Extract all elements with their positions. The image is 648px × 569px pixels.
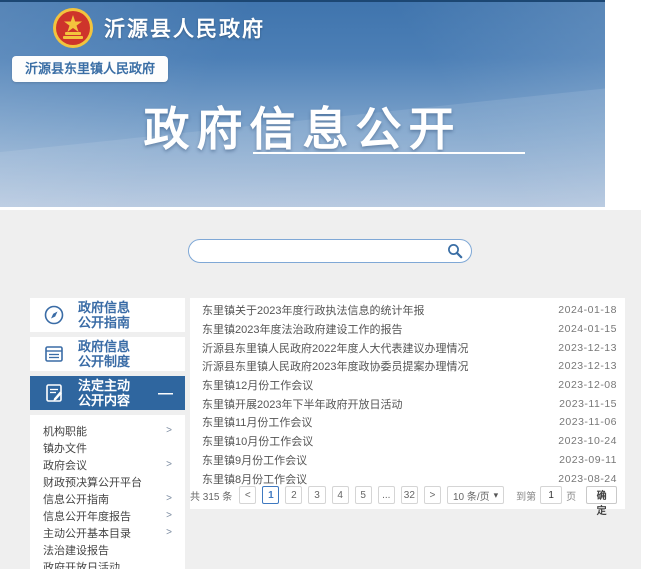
prev-page-button[interactable]: <	[239, 486, 256, 504]
document-link[interactable]: 东里镇12月份工作会议	[202, 377, 313, 393]
list-item: 沂源县东里镇人民政府2022年度人大代表建议办理情况 2023-12-13	[202, 338, 617, 357]
chevron-right-icon: >	[166, 527, 172, 538]
document-link[interactable]: 东里镇11月份工作会议	[202, 414, 312, 430]
sidebar-subitem-annual-report[interactable]: 信息公开年度报告 >	[30, 507, 185, 524]
document-link[interactable]: 沂源县东里镇人民政府2022年度人大代表建议办理情况	[202, 340, 468, 356]
list-item: 东里镇关于2023年度行政执法信息的统计年报 2024-01-18	[202, 301, 617, 320]
document-date: 2023-11-06	[559, 416, 617, 428]
document-rows: 东里镇关于2023年度行政执法信息的统计年报 2024-01-18 东里镇202…	[190, 298, 625, 488]
collapse-icon[interactable]: —	[158, 385, 173, 402]
page-button-1[interactable]: 1	[262, 486, 279, 504]
chevron-right-icon: >	[166, 459, 172, 470]
page-button-2[interactable]: 2	[285, 486, 302, 504]
page-title: 政府信息公开	[0, 93, 605, 159]
sidebar-subitem-gov-meetings[interactable]: 政府会议 >	[30, 456, 185, 473]
document-list-panel: 东里镇关于2023年度行政执法信息的统计年报 2024-01-18 东里镇202…	[190, 298, 625, 509]
sidebar-item-label: 法定主动 公开内容	[78, 378, 130, 408]
list-item: 东里镇开展2023年下半年政府开放日活动 2023-11-15	[202, 394, 617, 413]
sidebar-item-disclosure-guide[interactable]: 政府信息 公开指南	[30, 298, 185, 332]
document-link[interactable]: 东里镇关于2023年度行政执法信息的统计年报	[202, 302, 424, 318]
subitem-label: 主动公开基本目录	[43, 525, 131, 541]
page-button-3[interactable]: 3	[308, 486, 325, 504]
document-link[interactable]: 东里镇开展2023年下半年政府开放日活动	[202, 396, 402, 412]
sidebar-item-label: 政府信息 公开指南	[78, 300, 130, 330]
sidebar-subitem-basic-directory[interactable]: 主动公开基本目录 >	[30, 524, 185, 541]
chevron-right-icon: >	[166, 493, 172, 504]
title-underline-decoration	[253, 152, 525, 154]
header-top-line	[0, 0, 605, 2]
total-count: 共 315 条	[190, 488, 232, 503]
document-link[interactable]: 东里镇9月份工作会议	[202, 452, 307, 468]
page: 沂源县人民政府 沂源县东里镇人民政府 政府信息公开	[0, 0, 648, 569]
site-title: 沂源县人民政府	[104, 13, 265, 43]
document-date: 2023-10-24	[558, 435, 617, 447]
document-date: 2024-01-15	[558, 323, 617, 335]
document-date: 2023-12-08	[558, 379, 617, 391]
chevron-right-icon: >	[166, 510, 172, 521]
pagination: 共 315 条 < 1 2 3 4 5 ... 32 > 10 条/页 ▾ 到第…	[190, 485, 625, 505]
sidebar-item-disclosure-system[interactable]: 政府信息 公开制度	[30, 337, 185, 371]
page-ellipsis-button[interactable]: ...	[378, 486, 395, 504]
document-link[interactable]: 沂源县东里镇人民政府2023年度政协委员提案办理情况	[202, 358, 468, 374]
list-item: 东里镇10月份工作会议 2023-10-24	[202, 432, 617, 451]
sidebar-subitem-org-functions[interactable]: 机构职能 >	[30, 422, 185, 439]
chevron-right-icon: >	[166, 425, 172, 436]
next-page-button[interactable]: >	[424, 486, 441, 504]
sidebar-subitem-info-guide[interactable]: 信息公开指南 >	[30, 490, 185, 507]
page-header: 沂源县人民政府 沂源县东里镇人民政府 政府信息公开	[0, 0, 605, 207]
chevron-down-icon: ▾	[494, 490, 499, 501]
subitem-label: 信息公开指南	[43, 491, 109, 507]
subitem-label: 机构职能	[43, 423, 87, 439]
list-item: 东里镇9月份工作会议 2023-09-11	[202, 451, 617, 470]
document-date: 2023-08-24	[558, 473, 617, 485]
sidebar-item-label: 政府信息 公开制度	[78, 339, 130, 369]
list-item: 东里镇11月份工作会议 2023-11-06	[202, 413, 617, 432]
sidebar-subitem-rule-of-law-report[interactable]: 法治建设报告	[30, 541, 185, 558]
form-icon	[42, 342, 66, 366]
subitem-label: 政府开放日活动	[43, 559, 120, 569]
sidebar-subitem-open-day[interactable]: 政府开放日活动	[30, 558, 185, 569]
sidebar-subitem-town-documents[interactable]: 镇办文件	[30, 439, 185, 456]
subitem-label: 政府会议	[43, 457, 87, 473]
compass-icon	[42, 303, 66, 327]
document-date: 2024-01-18	[558, 304, 617, 316]
sidebar: 政府信息 公开指南 政府信息 公开制度	[30, 298, 185, 569]
document-link[interactable]: 东里镇2023年度法治政府建设工作的报告	[202, 321, 402, 337]
list-item: 沂源县东里镇人民政府2023年度政协委员提案办理情况 2023-12-13	[202, 357, 617, 376]
sidebar-subitem-budget-platform[interactable]: 财政预决算公开平台	[30, 473, 185, 490]
subitem-label: 信息公开年度报告	[43, 508, 131, 524]
content-area: 政府信息 公开指南 政府信息 公开制度	[0, 210, 641, 569]
document-date: 2023-09-11	[559, 454, 617, 466]
confirm-button[interactable]: 确定	[586, 486, 617, 504]
document-link[interactable]: 东里镇10月份工作会议	[202, 433, 313, 449]
search-box	[188, 239, 472, 263]
subitem-label: 财政预决算公开平台	[43, 474, 142, 490]
sidebar-item-statutory-disclosure[interactable]: 法定主动 公开内容 —	[30, 376, 185, 410]
site-logo-row: 沂源县人民政府	[52, 7, 265, 49]
search-icon[interactable]	[447, 243, 463, 259]
search-input[interactable]	[189, 241, 447, 261]
document-date: 2023-12-13	[558, 360, 617, 372]
page-button-4[interactable]: 4	[332, 486, 349, 504]
page-button-32[interactable]: 32	[401, 486, 418, 504]
document-date: 2023-12-13	[558, 342, 617, 354]
sidebar-submenu: 机构职能 > 镇办文件 政府会议 > 财政预决算公开平台 信息公开指南	[30, 415, 185, 569]
goto-label: 到第	[516, 488, 536, 503]
goto-page-input[interactable]	[540, 486, 562, 504]
page-button-5[interactable]: 5	[355, 486, 372, 504]
page-size-select[interactable]: 10 条/页 ▾	[447, 486, 504, 504]
national-emblem-icon	[52, 7, 94, 49]
page-unit-label: 页	[566, 488, 576, 503]
page-size-value: 10 条/页	[453, 488, 490, 503]
clipboard-pen-icon	[42, 381, 66, 405]
subitem-label: 法治建设报告	[43, 542, 109, 558]
document-date: 2023-11-15	[559, 398, 617, 410]
list-item: 东里镇2023年度法治政府建设工作的报告 2024-01-15	[202, 320, 617, 339]
subitem-label: 镇办文件	[43, 440, 87, 456]
town-site-link[interactable]: 沂源县东里镇人民政府	[12, 56, 168, 82]
list-item: 东里镇12月份工作会议 2023-12-08	[202, 376, 617, 395]
